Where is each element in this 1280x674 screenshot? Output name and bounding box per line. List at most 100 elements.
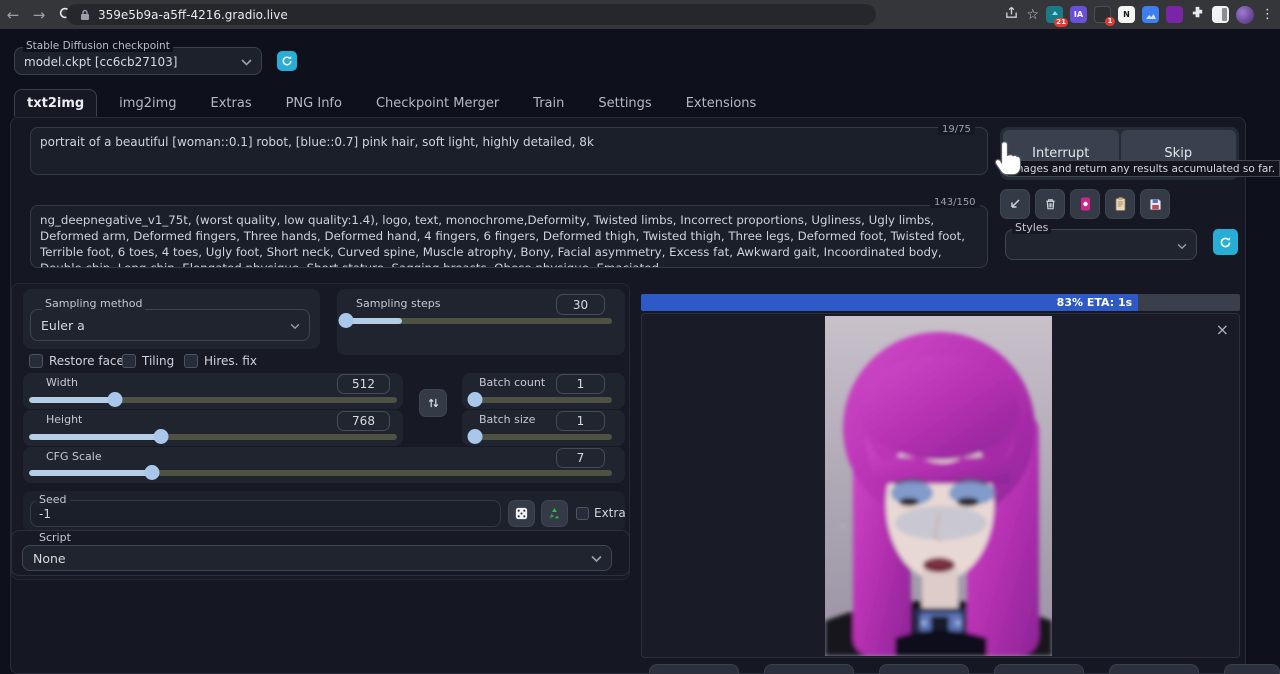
height-value: 768 <box>352 414 375 428</box>
batch-count-input[interactable]: 1 <box>556 374 605 394</box>
cfg-scale-slider-thumb[interactable] <box>145 465 160 480</box>
negative-prompt-text: ng_deepnegative_v1_75t, (worst quality, … <box>40 213 965 268</box>
sampling-steps-input[interactable]: 30 <box>556 294 605 315</box>
extra-seed-label: Extra <box>594 506 626 520</box>
tab-settings[interactable]: Settings <box>586 89 663 117</box>
extension-ia-icon[interactable]: IA <box>1070 6 1087 23</box>
address-bar[interactable]: 359e5b9a-a5ff-4216.gradio.live <box>66 4 876 25</box>
close-preview-icon[interactable]: × <box>1216 322 1229 338</box>
side-panel-icon[interactable] <box>1212 6 1229 23</box>
url-text: 359e5b9a-a5ff-4216.gradio.live <box>98 8 288 22</box>
reuse-seed-button[interactable] <box>541 500 568 527</box>
gallery-action-button-1[interactable] <box>649 664 739 674</box>
width-slider[interactable] <box>29 397 397 403</box>
tiling-label: Tiling <box>142 354 174 368</box>
height-label: Height <box>43 413 85 426</box>
gallery-action-button-2[interactable] <box>764 664 854 674</box>
share-icon[interactable] <box>1004 5 1019 24</box>
puzzle-extensions-icon[interactable] <box>1190 5 1205 24</box>
width-input[interactable]: 512 <box>337 374 390 394</box>
height-slider-thumb[interactable] <box>154 429 169 444</box>
script-value: None <box>33 551 66 566</box>
paste-params-button[interactable] <box>1000 189 1030 219</box>
negative-prompt-input[interactable]: ng_deepnegative_v1_75t, (worst quality, … <box>30 205 988 268</box>
sampling-method-label: Sampling method <box>42 297 145 310</box>
style-to-prompt-button[interactable] <box>1105 189 1135 219</box>
seed-label: Seed <box>36 493 70 506</box>
extension-purple-icon[interactable] <box>1166 6 1183 23</box>
seed-input[interactable]: -1 <box>30 500 501 527</box>
cfg-scale-label: CFG Scale <box>43 450 105 463</box>
script-label: Script <box>36 531 74 544</box>
cfg-scale-slider[interactable] <box>29 470 612 476</box>
checkpoint-refresh-button[interactable] <box>277 51 297 71</box>
sampling-steps-slider[interactable] <box>346 318 612 324</box>
profile-avatar[interactable] <box>1236 6 1254 24</box>
restore-faces-checkbox[interactable] <box>29 354 43 368</box>
save-style-button[interactable] <box>1140 189 1170 219</box>
extension-image-icon[interactable] <box>1142 6 1159 23</box>
tab-img2img[interactable]: img2img <box>107 89 188 117</box>
extra-seed-checkbox[interactable] <box>576 507 589 520</box>
tab-png-info[interactable]: PNG Info <box>274 89 354 117</box>
dice-icon <box>514 506 529 521</box>
tab-extras[interactable]: Extras <box>199 89 264 117</box>
batch-size-slider[interactable] <box>468 434 612 440</box>
negative-prompt-counter: 143/150 <box>930 197 980 208</box>
extension-counter-icon[interactable]: 21 <box>1046 6 1063 23</box>
checkpoint-dropdown[interactable]: Stable Diffusion checkpoint model.ckpt [… <box>14 47 262 75</box>
height-input[interactable]: 768 <box>337 411 390 431</box>
styles-refresh-button[interactable] <box>1213 229 1238 255</box>
sampling-method-value: Euler a <box>41 318 85 333</box>
height-slider[interactable] <box>29 434 397 440</box>
sampling-steps-label: Sampling steps <box>353 297 444 310</box>
batch-count-slider[interactable] <box>468 397 612 403</box>
progress-fill: 83% ETA: 1s <box>641 294 1138 311</box>
gallery-action-button-5[interactable] <box>1109 664 1199 674</box>
tab-txt2img[interactable]: txt2img <box>14 89 97 117</box>
tab-checkpoint-merger[interactable]: Checkpoint Merger <box>364 89 511 117</box>
swap-dimensions-button[interactable] <box>419 389 447 417</box>
gallery-action-button-6[interactable] <box>1224 664 1280 674</box>
extension-camera-badge: 1 <box>1105 17 1115 26</box>
checkpoint-label: Stable Diffusion checkpoint <box>23 40 173 52</box>
gallery-action-button-3[interactable] <box>879 664 969 674</box>
forward-icon[interactable]: → <box>26 6 52 24</box>
back-icon[interactable]: ← <box>0 6 26 24</box>
batch-count-slider-thumb[interactable] <box>468 392 483 407</box>
tab-extensions[interactable]: Extensions <box>674 89 769 117</box>
gallery-action-button-4[interactable] <box>994 664 1084 674</box>
random-seed-button[interactable] <box>508 500 535 527</box>
apply-style-button[interactable] <box>1070 189 1100 219</box>
cfg-scale-input[interactable]: 7 <box>556 448 605 468</box>
trash-icon <box>1043 197 1058 212</box>
generated-image[interactable] <box>825 316 1052 656</box>
browser-menu-icon[interactable]: ⋮ <box>1261 7 1274 22</box>
sampling-method-dropdown[interactable]: Euler a <box>30 309 310 341</box>
browser-actions: ☆ 21 IA 1 N ⋮ <box>1004 0 1274 29</box>
seed-value: -1 <box>39 507 51 521</box>
clipboard-icon <box>1113 196 1128 212</box>
refresh-icon <box>281 55 293 67</box>
batch-size-slider-thumb[interactable] <box>468 429 483 444</box>
hires-fix-checkbox[interactable] <box>184 354 198 368</box>
batch-count-label: Batch count <box>476 376 548 389</box>
style-card-icon <box>1078 196 1093 212</box>
sampling-steps-slider-thumb[interactable] <box>339 313 354 328</box>
output-gallery: × <box>641 313 1240 658</box>
clear-prompt-button[interactable] <box>1035 189 1065 219</box>
sampling-steps-value: 30 <box>573 298 588 312</box>
batch-size-value: 1 <box>577 414 585 428</box>
cfg-scale-value: 7 <box>577 451 585 465</box>
extension-notion-icon[interactable]: N <box>1118 6 1135 23</box>
bookmark-star-icon[interactable]: ☆ <box>1026 7 1039 23</box>
script-dropdown[interactable]: None <box>22 545 612 571</box>
tiling-checkbox[interactable] <box>122 354 136 368</box>
width-slider-thumb[interactable] <box>108 392 123 407</box>
extension-camera-icon[interactable]: 1 <box>1094 6 1111 23</box>
prompt-input[interactable]: portrait of a beautiful [woman::0.1] rob… <box>30 127 988 175</box>
tab-train[interactable]: Train <box>521 89 576 117</box>
batch-size-input[interactable]: 1 <box>556 411 605 431</box>
browser-toolbar: ← → 359e5b9a-a5ff-4216.gradio.live ☆ 21 … <box>0 0 1280 29</box>
tab-bar: txt2img img2img Extras PNG Info Checkpoi… <box>14 89 778 117</box>
